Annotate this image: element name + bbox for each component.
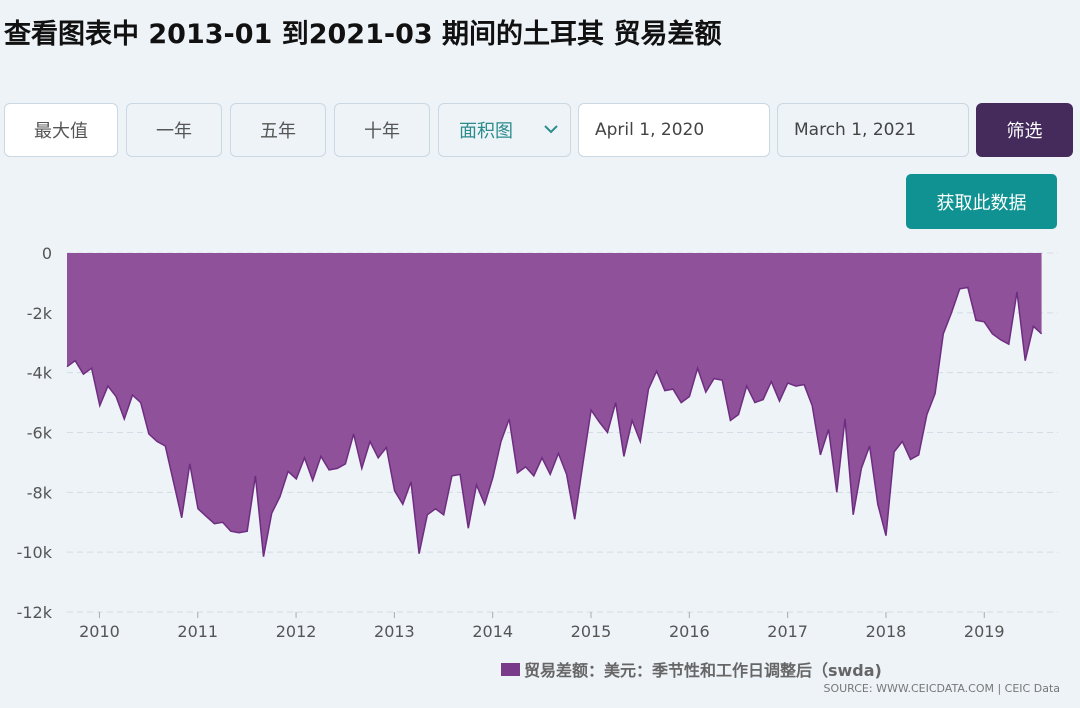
x-axis: 2010 2011 2012 2013 2014 2015 2016 2017 2018 2019 (79, 612, 1005, 641)
x-tick-label: 2015 (571, 622, 612, 641)
y-tick-label: -4k (27, 364, 53, 383)
area-layer (66, 253, 1043, 557)
y-tick-label: 0 (42, 244, 52, 263)
x-tick-label: 2016 (669, 622, 710, 641)
x-tick-label: 2011 (177, 622, 218, 641)
x-tick-label: 2013 (374, 622, 415, 641)
y-tick-label: -6k (27, 424, 53, 443)
x-tick-label: 2014 (472, 622, 513, 641)
legend-swatch (501, 662, 520, 676)
x-tick-label: 2012 (276, 622, 317, 641)
trade-balance-chart: 0-2k-4k-6k-8k-10k-12k 2010 2011 2012 2013 20… (17, 244, 1058, 641)
x-tick-label: 2019 (964, 622, 1005, 641)
y-axis: 0 -2k -4k -6k -8k -10k -12k (17, 244, 53, 622)
legend-label: 贸易差额：美元：季节性和工作日调整后（swda) (524, 661, 882, 680)
area-series[interactable] (67, 253, 1042, 557)
y-tick-label: -8k (27, 483, 53, 502)
y-tick-label: -12k (17, 603, 53, 622)
x-tick-label: 2010 (79, 622, 120, 641)
y-tick-label: -2k (27, 304, 53, 323)
x-tick-label: 2018 (866, 622, 907, 641)
x-tick-label: 2017 (767, 622, 808, 641)
y-tick-label: -10k (17, 543, 53, 562)
source-text: SOURCE: WWW.CEICDATA.COM | CEIC Data (823, 682, 1060, 695)
legend[interactable]: 贸易差额：美元：季节性和工作日调整后（swda) (501, 657, 882, 681)
